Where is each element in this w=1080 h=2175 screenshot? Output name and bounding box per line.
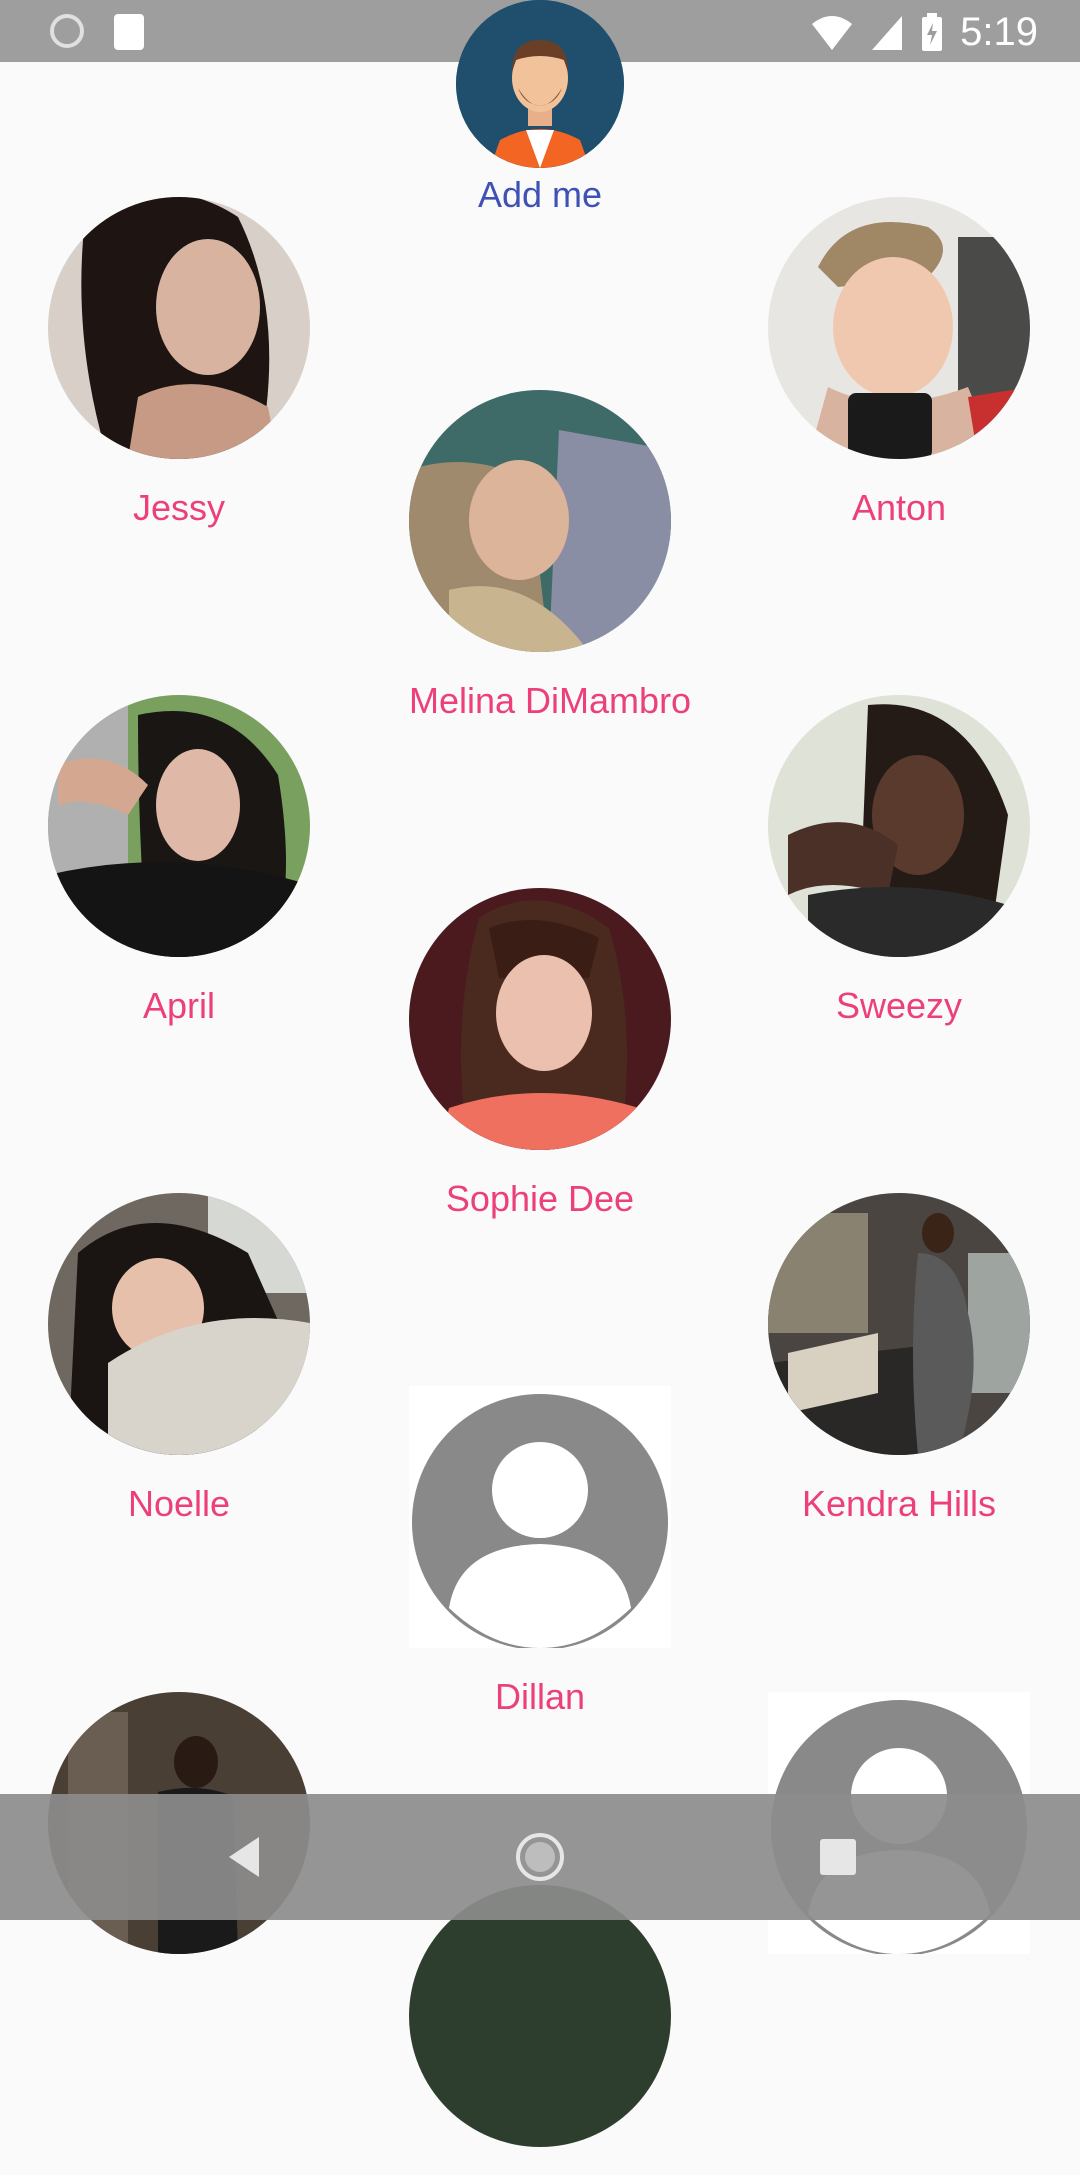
contact-jessy[interactable]: Jessy [48, 197, 310, 529]
contact-photo [48, 695, 310, 957]
wifi-icon [812, 15, 853, 50]
contact-april[interactable]: April [48, 695, 310, 1027]
contact-name: Sweezy [835, 985, 963, 1026]
contact-name: Kendra Hills [801, 1483, 997, 1524]
navigation-bar [0, 1794, 1080, 1920]
contact-name: Melina DiMambro [409, 680, 692, 721]
recents-icon[interactable] [810, 1829, 866, 1885]
contact-name: Sophie Dee [445, 1178, 635, 1219]
sync-icon [50, 14, 84, 48]
contact-anton[interactable]: Anton [768, 197, 1030, 529]
cell-signal-icon [872, 15, 903, 50]
contact-sweezy[interactable]: Sweezy [768, 695, 1030, 1027]
male-avatar-icon [456, 0, 624, 168]
contact-photo [48, 197, 310, 459]
contact-name: Jessy [132, 487, 226, 528]
contact-name: Anton [851, 487, 947, 528]
contact-photo [768, 1193, 1030, 1455]
contact-photo [409, 888, 671, 1150]
contact-photo [768, 695, 1030, 957]
contact-item[interactable] [409, 1885, 671, 2175]
status-time: 5:19 [960, 10, 1038, 54]
contact-sophie-dee[interactable]: Sophie Dee [409, 888, 671, 1220]
contact-photo [768, 197, 1030, 459]
contact-dillan[interactable]: Dillan [409, 1386, 671, 1718]
default-avatar-icon [409, 1386, 671, 1648]
contact-name: Dillan [494, 1676, 586, 1717]
sd-card-icon [114, 14, 144, 50]
contact-noelle[interactable]: Noelle [48, 1193, 310, 1525]
contact-name: April [142, 985, 216, 1026]
battery-charging-icon [922, 12, 943, 51]
add-me-button[interactable]: Add me [455, 0, 625, 216]
contact-name: Noelle [127, 1483, 231, 1524]
add-me-label: Add me [477, 174, 603, 215]
contact-photo [48, 1193, 310, 1455]
contact-kendra-hills[interactable]: Kendra Hills [768, 1193, 1030, 1525]
contact-melina-dimambro[interactable]: Melina DiMambro [409, 390, 692, 722]
home-icon[interactable] [512, 1829, 568, 1885]
contact-photo [409, 390, 671, 652]
contact-photo [409, 1885, 671, 2147]
back-icon[interactable] [215, 1829, 271, 1885]
